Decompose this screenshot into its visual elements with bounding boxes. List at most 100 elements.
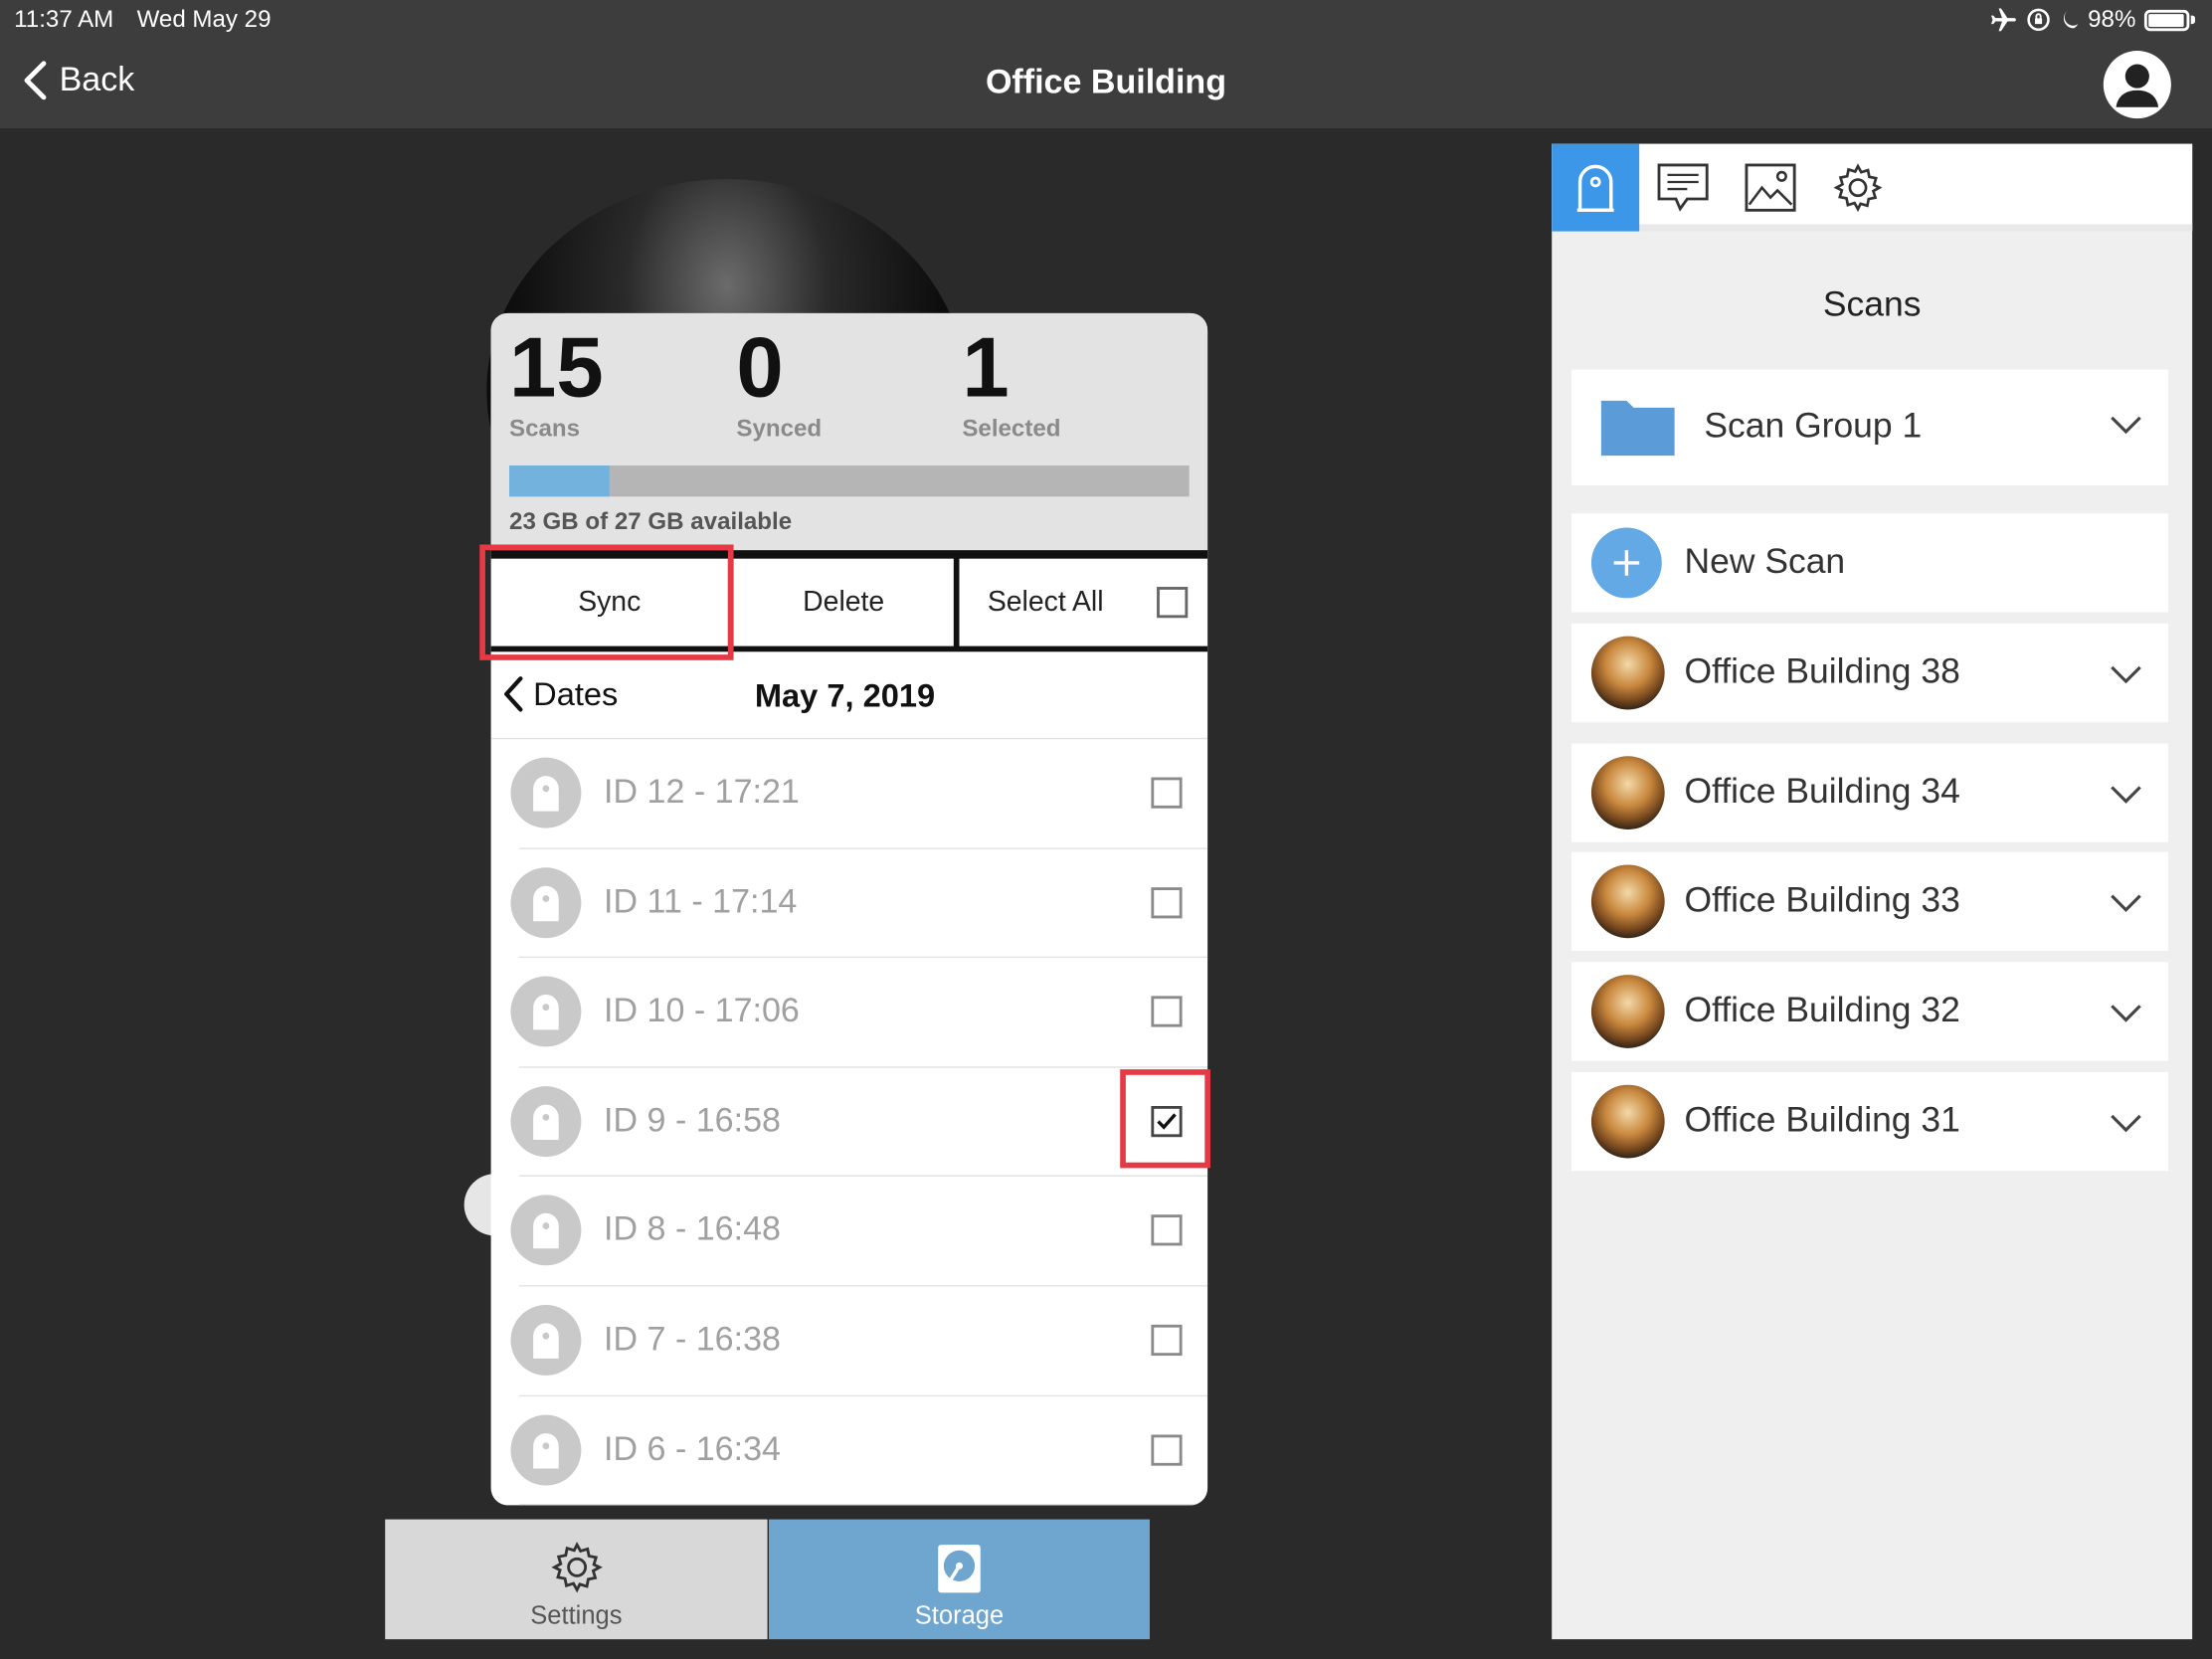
stat-scans: 15 Scans [509,321,604,443]
scan-icon-wrap [510,757,582,829]
side-tab-scans[interactable] [1552,143,1640,232]
selected-label: Selected [962,415,1061,442]
scan-checkbox[interactable] [1151,886,1183,918]
orientation-lock-icon [2027,8,2050,32]
top-bar: 11:37 AM Wed May 29 98% Back Office Buil… [0,0,2212,129]
scans-count: 15 [509,319,604,416]
tab-storage-label: Storage [914,1600,1005,1630]
scan-label: ID 12 - 17:21 [604,773,800,812]
scan-icon-wrap [510,1414,582,1485]
sync-button[interactable]: Sync [490,558,728,646]
status-time: 11:37 AM [14,5,114,33]
chevron-down-icon [2111,416,2141,435]
current-date: May 7, 2019 [754,676,936,714]
storage-panel: 15 Scans 0 Synced 1 Selected 23 GB of 27… [490,312,1208,1506]
image-icon [1745,163,1796,212]
date-header: Dates May 7, 2019 [490,651,1208,740]
storage-bar-fill [509,465,611,497]
scan-row[interactable]: ID 11 - 17:14 [491,848,1208,958]
scan-item-card[interactable]: Office Building 38 [1571,623,2169,723]
select-all-button[interactable]: Select All [959,558,1208,646]
screen: 11:37 AM Wed May 29 98% Back Office Buil… [0,0,2212,1659]
status-indicators: 98% [1989,6,2195,34]
tab-settings[interactable]: Settings [385,1519,768,1640]
scan-item-card[interactable]: Office Building 32 [1571,962,2169,1061]
chevron-down-icon [2111,1005,2141,1022]
synced-count: 0 [736,319,784,416]
gear-icon [1833,163,1883,213]
user-icon [2116,64,2159,107]
scan-checkbox[interactable] [1151,1324,1183,1357]
scan-item-label: Office Building 38 [1684,651,1960,692]
storage-bar [509,465,1190,497]
storage-icon [938,1545,981,1593]
scan-checkbox[interactable] [1151,1105,1183,1137]
action-bar: Sync Delete Select All [490,550,1208,652]
tab-storage[interactable]: Storage [769,1519,1150,1640]
battery-icon [2143,9,2190,31]
scans-label: Scans [509,415,581,442]
scan-label: ID 8 - 16:48 [604,1210,781,1249]
side-tab-images[interactable] [1727,144,1814,232]
scan-label: ID 9 - 16:58 [604,1101,781,1140]
select-all-checkbox[interactable] [1157,587,1189,619]
new-scan-button[interactable]: New Scan [1571,513,2169,613]
chevron-down-icon [2111,665,2141,684]
scan-thumbnail [1590,636,1665,710]
scanner-icon [533,1213,559,1249]
scan-thumbnail [1590,1084,1665,1159]
scanner-icon [1576,164,1614,213]
scan-group-card[interactable]: Scan Group 1 [1571,369,2169,485]
dates-back-label: Dates [533,674,619,712]
gear-icon [550,1542,603,1593]
page-title: Office Building [985,63,1227,102]
scan-checkbox[interactable] [1151,777,1183,809]
scan-label: ID 11 - 17:14 [604,882,798,921]
scan-row[interactable]: ID 8 - 16:48 [491,1177,1208,1286]
scan-item-label: Office Building 32 [1684,990,1960,1030]
scanner-icon [533,995,559,1030]
side-tab-comments[interactable] [1639,144,1727,232]
scan-row[interactable]: ID 12 - 17:21 [491,739,1208,848]
scan-icon-wrap [510,1085,582,1157]
scan-row[interactable]: ID 6 - 16:34 [491,1396,1208,1506]
bottom-tab-bar: Settings Storage [385,1519,1150,1640]
folder-icon [1600,400,1675,457]
scan-item-card[interactable]: Office Building 31 [1571,1071,2169,1172]
scanner-icon [533,1323,559,1359]
scan-checkbox[interactable] [1151,1214,1183,1246]
scanner-icon [533,776,559,812]
delete-button[interactable]: Delete [733,558,954,646]
scan-thumbnail [1590,756,1665,830]
avatar[interactable] [2103,51,2171,119]
scan-label: ID 7 - 16:38 [604,1320,781,1359]
airplane-icon [1990,8,2016,32]
scan-row[interactable]: ID 7 - 16:38 [491,1287,1208,1396]
scan-list: ID 12 - 17:21 ID 11 - 17:14 ID 10 - 17:0… [491,739,1208,1506]
scan-checkbox[interactable] [1151,996,1183,1027]
comment-icon [1657,163,1709,212]
scan-item-card[interactable]: Office Building 34 [1571,743,2169,842]
scan-label: ID 10 - 17:06 [604,992,800,1030]
storage-available-text: 23 GB of 27 GB available [509,507,793,535]
stat-synced: 0 Synced [736,321,822,443]
scan-icon-wrap [510,976,582,1047]
battery-percent: 98% [2088,5,2136,33]
side-panel-title: Scans [1822,284,1922,325]
scan-thumbnail [1590,864,1665,939]
scan-row[interactable]: ID 10 - 17:06 [491,958,1208,1067]
scan-item-label: Office Building 33 [1684,880,1960,920]
scan-row[interactable]: ID 9 - 16:58 [491,1067,1208,1177]
scans-side-panel: Scans Scan Group 1 New Scan Office Build… [1552,143,2193,1640]
storage-stats: 15 Scans 0 Synced 1 Selected 23 GB of 27… [490,312,1208,551]
dates-back-button[interactable]: Dates [502,674,618,714]
scanner-icon [533,1104,559,1140]
stat-selected: 1 Selected [962,321,1060,443]
scan-checkbox[interactable] [1151,1433,1183,1466]
scan-label: ID 6 - 16:34 [604,1429,781,1468]
side-tab-settings[interactable] [1814,144,1902,232]
checkmark-icon [1157,1113,1177,1130]
status-date: Wed May 29 [136,5,272,33]
scan-item-card[interactable]: Office Building 33 [1571,851,2169,951]
side-panel-tabs [1552,143,2193,232]
